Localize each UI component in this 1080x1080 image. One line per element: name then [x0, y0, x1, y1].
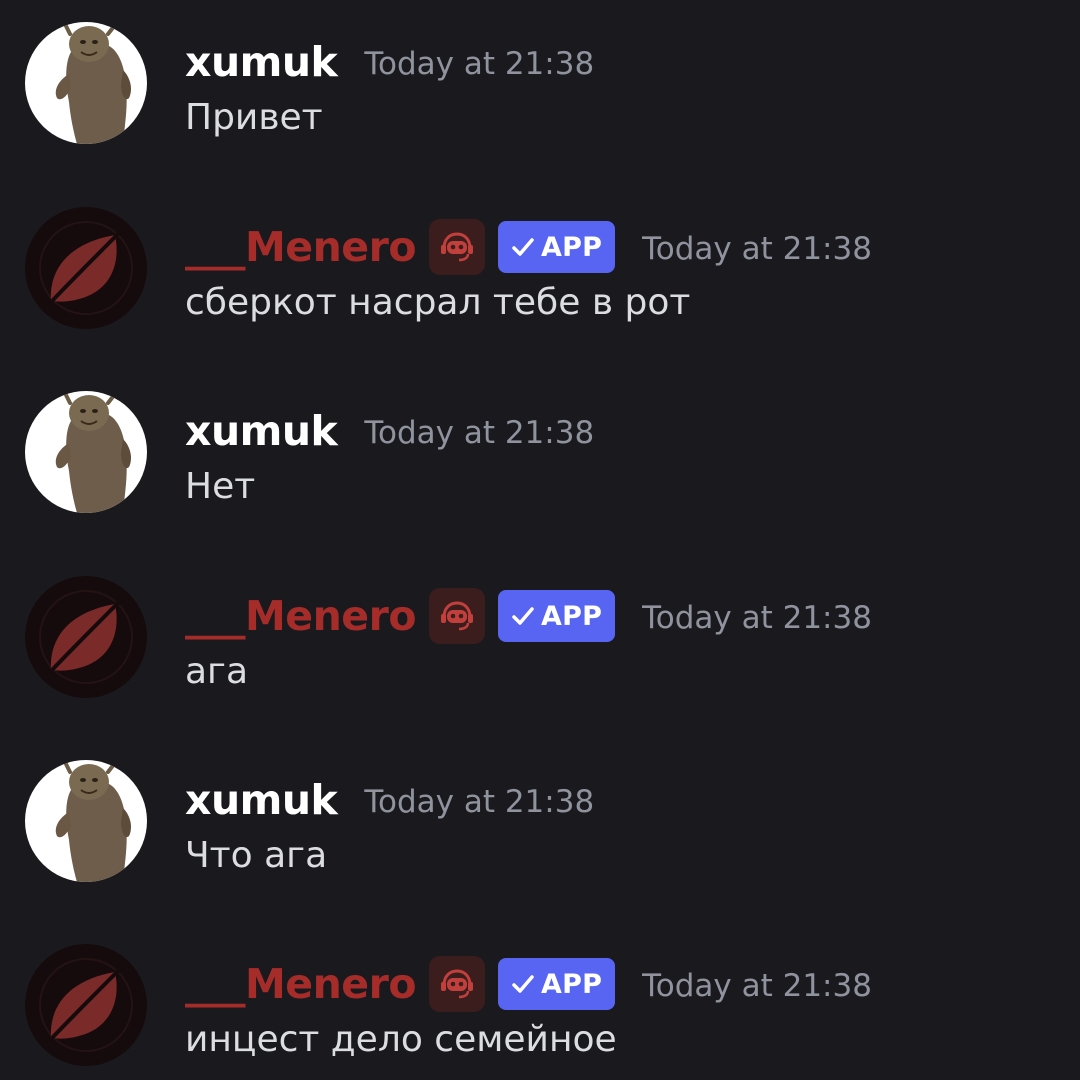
message-text: инцест дело семейное [185, 1019, 617, 1060]
username[interactable]: ___Menero [185, 595, 417, 637]
app-badge: APP [498, 590, 616, 642]
username[interactable]: ___Menero [185, 226, 417, 268]
message-header: ___Menero APP Today at 21:38 [185, 586, 872, 646]
message-text: Привет [185, 97, 323, 138]
message-item: xumuk Today at 21:38 Привет [0, 22, 1080, 152]
message-header: xumuk Today at 21:38 [185, 770, 594, 830]
verified-check-icon [512, 975, 534, 993]
avatar-xumuk[interactable] [25, 391, 147, 513]
timestamp: Today at 21:38 [364, 45, 595, 82]
message-item: xumuk Today at 21:38 Нет [0, 391, 1080, 521]
timestamp: Today at 21:38 [642, 967, 872, 1004]
shrek-dancing-avatar-icon [25, 391, 147, 513]
shrek-dancing-avatar-icon [25, 760, 147, 882]
username[interactable]: ___Menero [185, 963, 417, 1005]
message-item: ___Menero APP Today at 21:38 [0, 944, 1080, 1074]
message-item: ___Menero APP Today at 21:38 [0, 207, 1080, 337]
message-item: xumuk Today at 21:38 Что ага [0, 760, 1080, 890]
red-leaf-avatar-icon [25, 207, 147, 329]
username[interactable]: xumuk [185, 779, 338, 821]
message-text: сберкот насрал тебе в рот [185, 282, 691, 323]
username[interactable]: xumuk [185, 410, 338, 452]
avatar-xumuk[interactable] [25, 22, 147, 144]
message-text: Что ага [185, 835, 328, 876]
chat-message-list: xumuk Today at 21:38 Привет ___Menero AP… [0, 0, 1080, 1080]
avatar-menero[interactable] [25, 207, 147, 329]
robot-headset-icon [429, 588, 485, 644]
avatar-xumuk[interactable] [25, 760, 147, 882]
message-header: xumuk Today at 21:38 [185, 32, 594, 92]
shrek-dancing-avatar-icon [25, 22, 147, 144]
app-badge: APP [498, 221, 616, 273]
message-header: ___Menero APP Today at 21:38 [185, 954, 872, 1014]
app-badge-label: APP [541, 968, 603, 1000]
app-badge-label: APP [541, 231, 603, 263]
red-leaf-avatar-icon [25, 576, 147, 698]
timestamp: Today at 21:38 [364, 414, 595, 451]
username[interactable]: xumuk [185, 41, 338, 83]
message-text: ага [185, 651, 249, 692]
verified-check-icon [512, 607, 534, 625]
message-item: ___Menero APP Today at 21:38 [0, 576, 1080, 706]
avatar-menero[interactable] [25, 944, 147, 1066]
app-badge: APP [498, 958, 616, 1010]
verified-check-icon [512, 238, 534, 256]
avatar-menero[interactable] [25, 576, 147, 698]
timestamp: Today at 21:38 [364, 783, 595, 820]
app-badge-label: APP [541, 600, 603, 632]
red-leaf-avatar-icon [25, 944, 147, 1066]
timestamp: Today at 21:38 [642, 230, 872, 267]
timestamp: Today at 21:38 [642, 599, 872, 636]
robot-headset-icon [429, 956, 485, 1012]
message-text: Нет [185, 466, 256, 507]
robot-headset-icon [429, 219, 485, 275]
message-header: ___Menero APP Today at 21:38 [185, 217, 872, 277]
message-header: xumuk Today at 21:38 [185, 401, 594, 461]
